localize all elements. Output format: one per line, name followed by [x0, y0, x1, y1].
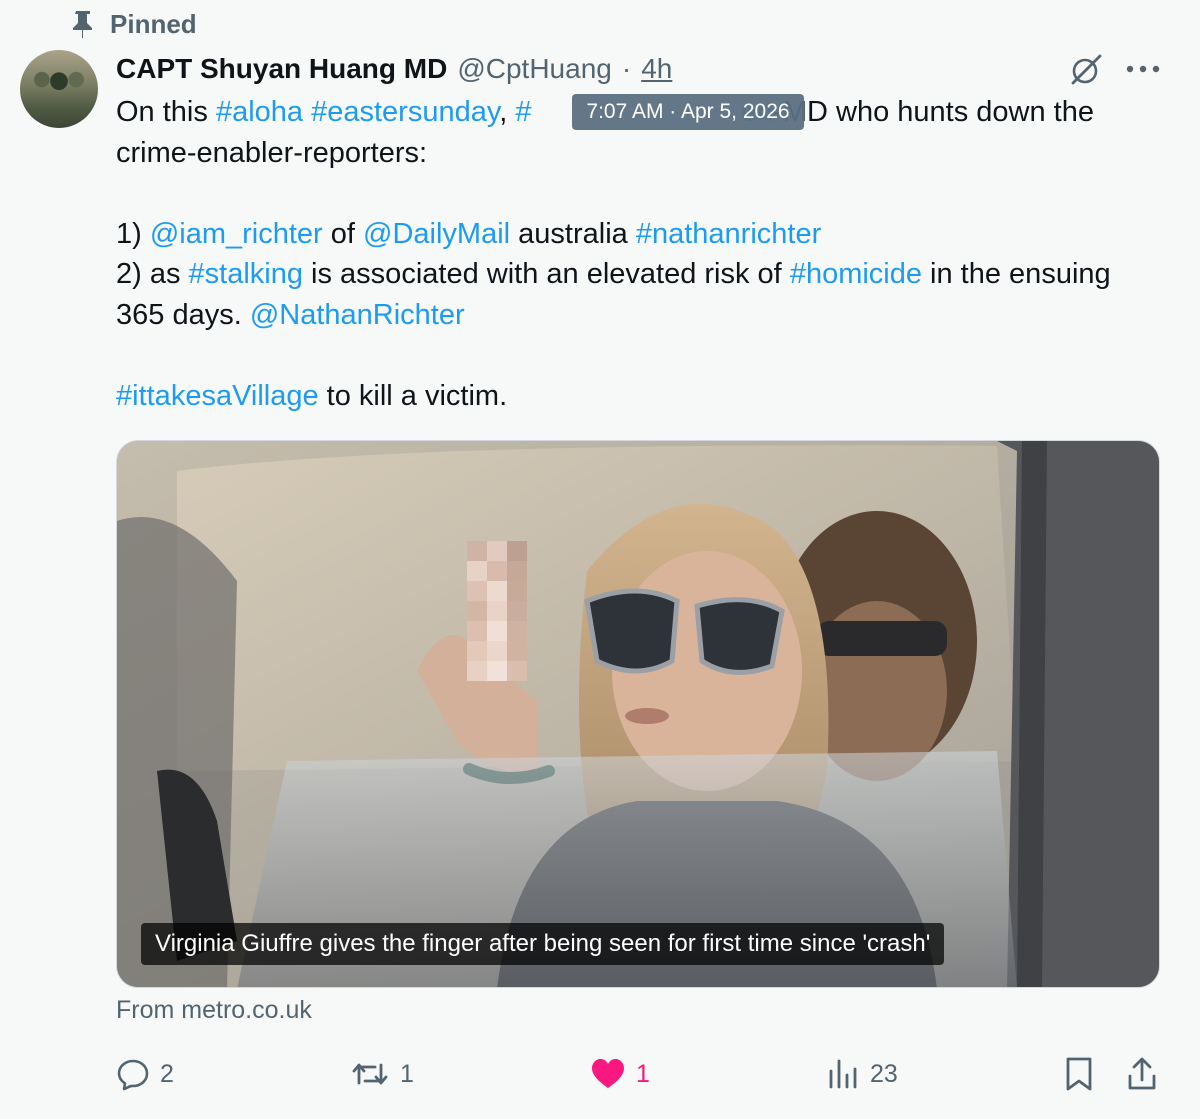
more-options-icon[interactable] [1124, 62, 1162, 76]
bookmark-icon [1066, 1057, 1092, 1091]
hashtag-link[interactable]: #ittakesaVillage [116, 380, 319, 412]
media-card[interactable]: Virginia Giuffre gives the finger after … [116, 440, 1160, 988]
tweet-text-segment: 2) as [116, 258, 181, 290]
views-count: 23 [870, 1059, 898, 1088]
mention-link[interactable]: @DailyMail [363, 218, 510, 250]
reply-count: 2 [160, 1059, 174, 1088]
tweet-text-segment: is associated with an elevated risk of [303, 258, 790, 290]
image-caption: Virginia Giuffre gives the finger after … [141, 923, 945, 965]
tweet-text: On this #aloha #eastersunday, # en-MD wh… [116, 92, 1166, 416]
repost-count: 1 [400, 1059, 414, 1088]
share-button[interactable] [1126, 1056, 1158, 1092]
tweet-header: CAPT Shuyan Huang MD @CptHuang · 4h [116, 50, 672, 88]
media-source[interactable]: From metro.co.uk [116, 996, 312, 1025]
hashtag-link[interactable]: #homicide [790, 258, 922, 290]
hashtag-link[interactable]: # [515, 96, 531, 128]
pinned-indicator: Pinned [70, 8, 197, 40]
like-button[interactable]: 1 [590, 1056, 650, 1092]
author-handle[interactable]: @CptHuang [457, 53, 612, 85]
tweet-text-segment: On this [116, 96, 216, 128]
reply-icon [117, 1059, 149, 1091]
tweet-photo [117, 441, 1159, 987]
share-icon [1128, 1057, 1156, 1090]
hashtag-link[interactable]: #nathanrichter [636, 218, 821, 250]
reply-button[interactable]: 2 [116, 1056, 174, 1092]
tweet-text-segment: to kill a victim. [318, 379, 508, 412]
repost-button[interactable]: 1 [350, 1056, 414, 1092]
grok-icon[interactable] [1068, 52, 1104, 88]
mention-link[interactable]: @iam_richter [150, 218, 323, 250]
tweet-text-segment [303, 96, 311, 128]
mention-link[interactable]: @NathanRichter [250, 299, 465, 331]
pin-icon [73, 11, 92, 38]
hashtag-link[interactable]: #eastersunday [311, 96, 499, 128]
timestamp-link[interactable]: 4h [641, 53, 672, 85]
hashtag-link[interactable]: #aloha [216, 96, 303, 128]
separator-dot: · [621, 53, 632, 84]
bookmark-button[interactable] [1064, 1056, 1094, 1092]
author-name[interactable]: CAPT Shuyan Huang MD [116, 53, 447, 85]
views-icon [829, 1059, 857, 1089]
hashtag-link[interactable]: #stalking [189, 258, 303, 290]
timestamp-tooltip: 7:07 AM · Apr 5, 2026 [572, 94, 804, 130]
repost-icon [352, 1063, 388, 1085]
like-count: 1 [636, 1059, 650, 1088]
tweet-text-segment: australia [510, 217, 636, 250]
views-button[interactable]: 23 [826, 1056, 898, 1092]
avatar[interactable] [20, 50, 98, 128]
tweet-text-segment: of [322, 217, 364, 250]
tweet-text-segment: , [499, 96, 516, 128]
heart-icon [592, 1059, 624, 1088]
pinned-label: Pinned [110, 8, 197, 39]
